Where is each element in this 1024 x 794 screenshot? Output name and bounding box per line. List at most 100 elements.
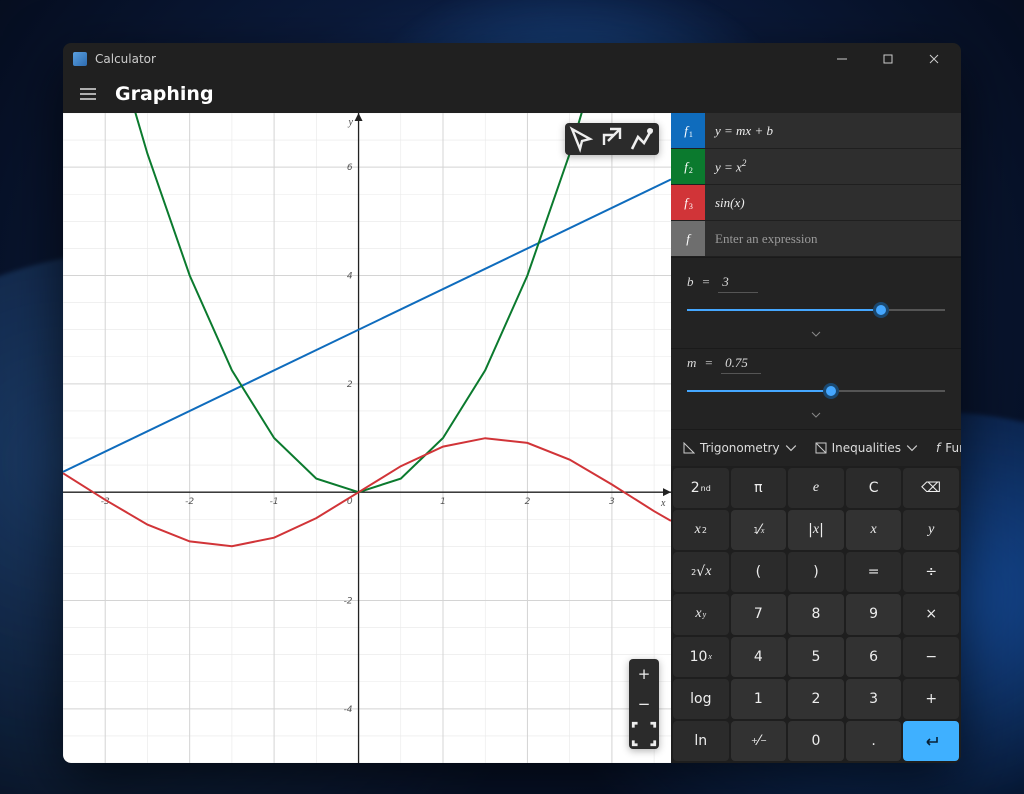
func-label: Function bbox=[945, 441, 961, 455]
svg-text:3: 3 bbox=[609, 497, 615, 507]
maximize-button[interactable] bbox=[865, 43, 911, 75]
variable-value[interactable]: 3 bbox=[718, 274, 758, 293]
key-6[interactable]: 6 bbox=[846, 637, 902, 677]
key-square[interactable]: x2 bbox=[673, 510, 729, 550]
window-title: Calculator bbox=[95, 52, 156, 66]
function-badge: f2 bbox=[671, 149, 705, 184]
nav-menu-button[interactable] bbox=[69, 75, 107, 113]
key-multiply[interactable]: × bbox=[903, 594, 959, 634]
graph-options-button[interactable] bbox=[627, 125, 657, 153]
key-3[interactable]: 3 bbox=[846, 679, 902, 719]
function-list: f1 y = mx + bf2 y = x2f3 sin(x)f Enter a… bbox=[671, 113, 961, 257]
svg-text:6: 6 bbox=[347, 163, 353, 173]
key-c[interactable]: C bbox=[846, 468, 902, 508]
key-sqrt[interactable]: 2√x bbox=[673, 552, 729, 592]
inequality-icon bbox=[815, 442, 827, 454]
minimize-button[interactable] bbox=[819, 43, 865, 75]
key-equals[interactable]: = bbox=[846, 552, 902, 592]
angle-icon bbox=[683, 442, 695, 454]
function-expression: sin(x) bbox=[705, 195, 745, 211]
trace-button[interactable] bbox=[567, 125, 597, 153]
key-e[interactable]: e bbox=[788, 468, 844, 508]
mode-title: Graphing bbox=[115, 83, 214, 105]
function-badge: f bbox=[671, 221, 705, 256]
function-badge: f3 bbox=[671, 185, 705, 220]
svg-text:-2: -2 bbox=[185, 497, 194, 507]
function-dropdown[interactable]: f Function bbox=[928, 436, 961, 460]
key-8[interactable]: 8 bbox=[788, 594, 844, 634]
variable-block-b: b = 3 bbox=[671, 268, 961, 321]
variable-line: m = 0.75 bbox=[687, 355, 945, 374]
ineq-label: Inequalities bbox=[832, 441, 901, 455]
graph-pane[interactable]: -3-2-1123-4-22460xy + − bbox=[63, 113, 671, 763]
variable-name: b bbox=[687, 274, 694, 290]
key-ln[interactable]: ln bbox=[673, 721, 729, 761]
key-log[interactable]: log bbox=[673, 679, 729, 719]
function-icon: f bbox=[936, 441, 940, 455]
svg-text:2: 2 bbox=[347, 380, 353, 390]
variable-slider[interactable] bbox=[687, 384, 945, 398]
variable-value[interactable]: 0.75 bbox=[721, 355, 761, 374]
svg-text:-4: -4 bbox=[344, 705, 353, 715]
variable-line: b = 3 bbox=[687, 274, 945, 293]
key-negate[interactable]: +⁄− bbox=[731, 721, 787, 761]
zoom-out-button[interactable]: − bbox=[629, 689, 659, 719]
category-bar: Trigonometry Inequalities f Function bbox=[671, 429, 961, 466]
key-second[interactable]: 2nd bbox=[673, 468, 729, 508]
trigonometry-dropdown[interactable]: Trigonometry bbox=[675, 436, 805, 460]
key-reciprocal[interactable]: 1⁄x bbox=[731, 510, 787, 550]
key-backspace[interactable]: ⌫ bbox=[903, 468, 959, 508]
trig-label: Trigonometry bbox=[700, 441, 780, 455]
key-tenx[interactable]: 10x bbox=[673, 637, 729, 677]
key-y[interactable]: y bbox=[903, 510, 959, 550]
key-lparen[interactable]: ( bbox=[731, 552, 787, 592]
svg-text:y: y bbox=[348, 117, 354, 128]
key-plus[interactable]: + bbox=[903, 679, 959, 719]
key-abs[interactable]: |x| bbox=[788, 510, 844, 550]
zoom-controls: + − bbox=[629, 659, 659, 749]
function-row-2[interactable]: f2 y = x2 bbox=[671, 149, 961, 185]
function-row-new[interactable]: f Enter an expression bbox=[671, 221, 961, 257]
key-divide[interactable]: ÷ bbox=[903, 552, 959, 592]
svg-text:1: 1 bbox=[440, 497, 446, 507]
function-expression: y = mx + b bbox=[705, 123, 773, 139]
key-rparen[interactable]: ) bbox=[788, 552, 844, 592]
svg-text:-2: -2 bbox=[344, 597, 353, 607]
chevron-down-icon bbox=[906, 442, 918, 454]
key-7[interactable]: 7 bbox=[731, 594, 787, 634]
chevron-down-icon bbox=[785, 442, 797, 454]
expand-variable-button[interactable] bbox=[671, 321, 961, 348]
key-x[interactable]: x bbox=[846, 510, 902, 550]
svg-text:4: 4 bbox=[347, 272, 353, 282]
share-button[interactable] bbox=[597, 125, 627, 153]
zoom-in-button[interactable]: + bbox=[629, 659, 659, 689]
function-badge: f1 bbox=[671, 113, 705, 148]
function-expression: y = x2 bbox=[705, 158, 746, 175]
key-minus[interactable]: − bbox=[903, 637, 959, 677]
svg-text:x: x bbox=[660, 498, 666, 509]
function-row-3[interactable]: f3 sin(x) bbox=[671, 185, 961, 221]
inequalities-dropdown[interactable]: Inequalities bbox=[807, 436, 926, 460]
key-pi[interactable]: π bbox=[731, 468, 787, 508]
key-9[interactable]: 9 bbox=[846, 594, 902, 634]
close-button[interactable] bbox=[911, 43, 957, 75]
variable-slider[interactable] bbox=[687, 303, 945, 317]
calculator-window: Calculator Graphing -3-2-1123-4-22460xy bbox=[63, 43, 961, 763]
app-icon bbox=[73, 52, 87, 66]
key-enter[interactable] bbox=[903, 721, 959, 761]
key-4[interactable]: 4 bbox=[731, 637, 787, 677]
variable-name: m bbox=[687, 355, 696, 371]
equation-panel: f1 y = mx + bf2 y = x2f3 sin(x)f Enter a… bbox=[671, 113, 961, 763]
key-dot[interactable]: . bbox=[846, 721, 902, 761]
expand-variable-button[interactable] bbox=[671, 402, 961, 429]
zoom-reset-button[interactable] bbox=[629, 719, 659, 749]
key-2[interactable]: 2 bbox=[788, 679, 844, 719]
svg-text:2: 2 bbox=[525, 497, 531, 507]
graph-toolbar bbox=[565, 123, 659, 155]
function-row-1[interactable]: f1 y = mx + b bbox=[671, 113, 961, 149]
key-0[interactable]: 0 bbox=[788, 721, 844, 761]
svg-text:-1: -1 bbox=[270, 497, 279, 507]
key-power[interactable]: xy bbox=[673, 594, 729, 634]
key-5[interactable]: 5 bbox=[788, 637, 844, 677]
key-1[interactable]: 1 bbox=[731, 679, 787, 719]
